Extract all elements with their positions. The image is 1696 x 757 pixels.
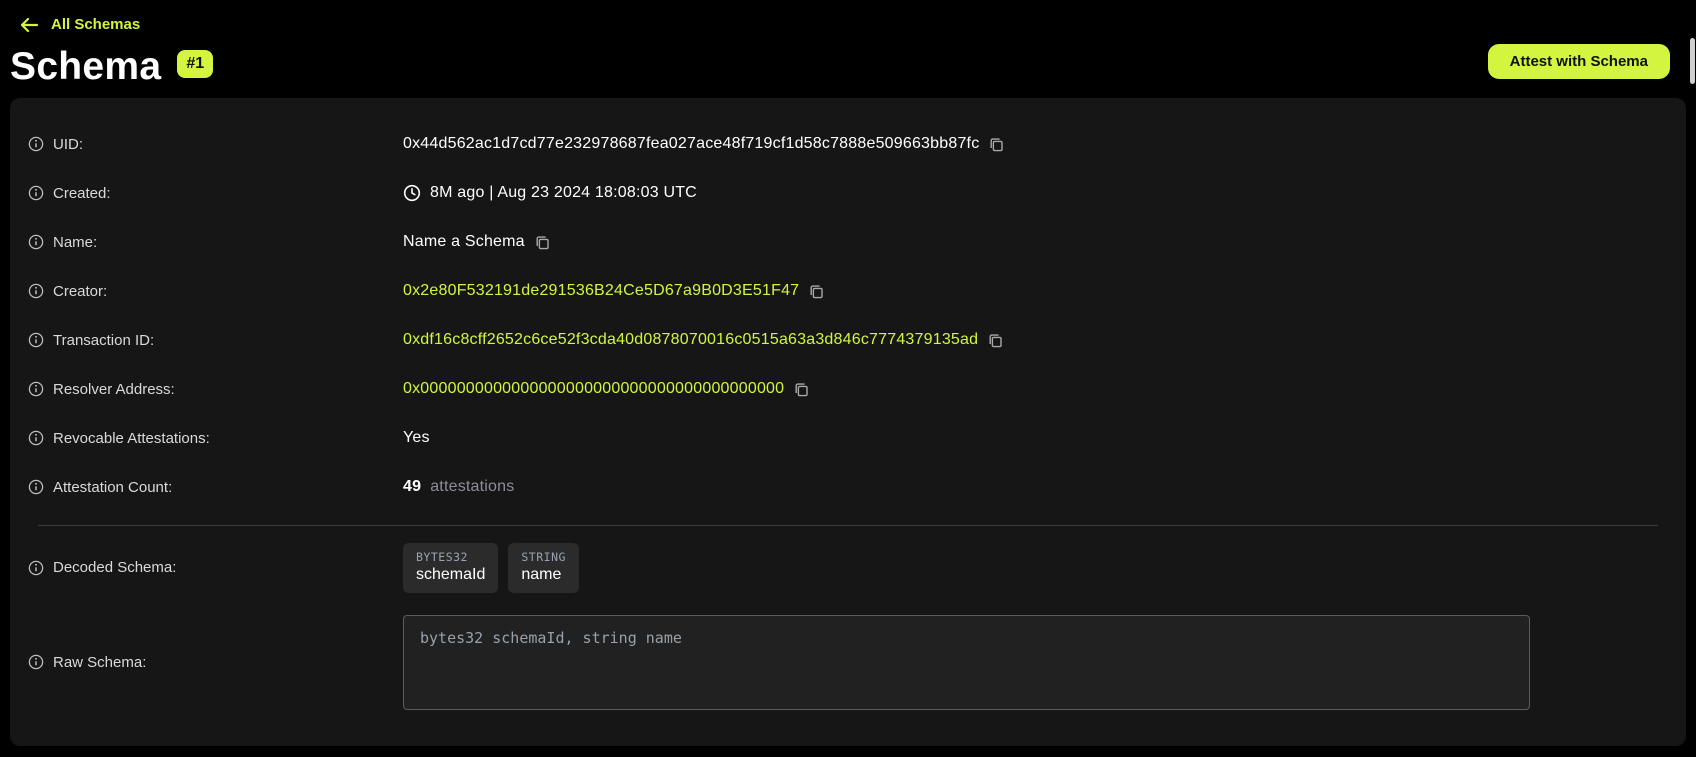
created-value-group: 8M ago | Aug 23 2024 18:08:03 UTC [403,184,697,202]
transaction-id-value[interactable]: 0xdf16c8cff2652c6ce52f3cda40d0878070016c… [403,331,978,349]
field-name: name [521,566,566,584]
attestation-count-label: Attestation Count: [53,479,172,496]
info-icon[interactable] [28,185,44,201]
info-icon[interactable] [28,479,44,495]
uid-label: UID: [53,136,83,153]
attestation-count-value-group: 49 attestations [403,478,514,496]
transaction-id-label: Transaction ID: [53,332,154,349]
copy-icon[interactable] [534,234,551,251]
attest-with-schema-button[interactable]: Attest with Schema [1488,44,1670,79]
attestation-count-label-group: Attestation Count: [28,479,403,496]
detail-row-name: Name: Name a Schema [10,218,1686,267]
copy-icon[interactable] [988,136,1005,153]
detail-row-created: Created: 8M ago | Aug 23 2024 18:08:03 UT… [10,169,1686,218]
page-header: All Schemas Schema #1 Attest with Schema [0,0,1696,96]
resolver-address-value[interactable]: 0x00000000000000000000000000000000000000… [403,380,784,398]
revocable-attestations-label-group: Revocable Attestations: [28,430,403,447]
arrow-left-icon [20,18,38,32]
detail-row-creator: Creator: 0x2e80F532191de291536B24Ce5D67a9… [10,267,1686,316]
name-label: Name: [53,234,97,251]
info-icon[interactable] [28,234,44,250]
name-label-group: Name: [28,234,403,251]
decoded-schema-label: Decoded Schema: [53,559,176,576]
info-icon[interactable] [28,136,44,152]
info-icon[interactable] [28,283,44,299]
resolver-address-label: Resolver Address: [53,381,175,398]
creator-label: Creator: [53,283,107,300]
uid-label-group: UID: [28,136,403,153]
title-row: Schema #1 [10,47,1670,86]
revocable-attestations-value: Yes [403,429,430,447]
scrollbar-thumb[interactable] [1690,38,1695,84]
created-label: Created: [53,185,111,202]
info-icon[interactable] [28,332,44,348]
info-icon[interactable] [28,654,44,670]
detail-row-revocable-attestations: Revocable Attestations: Yes [10,414,1686,463]
attestation-count-value: 49 [403,478,421,496]
page-title: Schema [10,47,161,86]
back-to-all-schemas-link[interactable]: All Schemas [20,16,140,33]
detail-row-transaction-id: Transaction ID: 0xdf16c8cff2652c6ce52f3cd… [10,316,1686,365]
copy-icon[interactable] [793,381,810,398]
raw-schema-label: Raw Schema: [53,654,146,671]
decoded-schema-label-group: Decoded Schema: [28,559,403,576]
section-divider [38,525,1658,526]
uid-value: 0x44d562ac1d7cd77e232978687fea027ace48f7… [403,135,979,153]
transaction-id-label-group: Transaction ID: [28,332,403,349]
clock-icon [403,184,421,202]
field-type: BYTES32 [416,550,485,564]
resolver-address-label-group: Resolver Address: [28,381,403,398]
field-type: STRING [521,550,566,564]
resolver-address-value-group: 0x00000000000000000000000000000000000000… [403,380,810,398]
raw-schema-label-group: Raw Schema: [28,654,403,671]
revocable-attestations-value-group: Yes [403,429,430,447]
created-value: 8M ago | Aug 23 2024 18:08:03 UTC [430,184,697,202]
back-link-label: All Schemas [51,16,140,33]
name-value: Name a Schema [403,233,525,251]
creator-value-group: 0x2e80F532191de291536B24Ce5D67a9B0D3E51F… [403,282,825,300]
revocable-attestations-label: Revocable Attestations: [53,430,210,447]
raw-schema-textarea[interactable]: bytes32 schemaId, string name [403,615,1530,710]
raw-schema-row: Raw Schema: bytes32 schemaId, string nam… [10,615,1686,710]
created-label-group: Created: [28,185,403,202]
detail-row-uid: UID: 0x44d562ac1d7cd77e232978687fea027ace… [10,120,1686,169]
detail-row-resolver-address: Resolver Address: 0x000000000000000000000… [10,365,1686,414]
schema-number-badge: #1 [177,50,213,78]
detail-row-attestation-count: Attestation Count: 49 attestations [10,463,1686,512]
attestation-count-suffix-link[interactable]: attestations [430,478,514,496]
info-icon[interactable] [28,560,44,576]
copy-icon[interactable] [808,283,825,300]
decoded-schema-row: Decoded Schema: BYTES32 schemaId STRING nam… [10,543,1686,593]
decoded-schema-chips: BYTES32 schemaId STRING name [403,543,579,593]
creator-label-group: Creator: [28,283,403,300]
details-rows: UID: 0x44d562ac1d7cd77e232978687fea027ace… [10,120,1686,512]
schema-field-chip: STRING name [508,543,579,593]
transaction-id-value-group: 0xdf16c8cff2652c6ce52f3cda40d0878070016c… [403,331,1004,349]
creator-value[interactable]: 0x2e80F532191de291536B24Ce5D67a9B0D3E51F… [403,282,799,300]
schema-field-chip: BYTES32 schemaId [403,543,498,593]
copy-icon[interactable] [987,332,1004,349]
uid-value-group: 0x44d562ac1d7cd77e232978687fea027ace48f7… [403,135,1005,153]
field-name: schemaId [416,566,485,584]
name-value-group: Name a Schema [403,233,551,251]
info-icon[interactable] [28,381,44,397]
schema-details-card: UID: 0x44d562ac1d7cd77e232978687fea027ace… [10,98,1686,746]
info-icon[interactable] [28,430,44,446]
